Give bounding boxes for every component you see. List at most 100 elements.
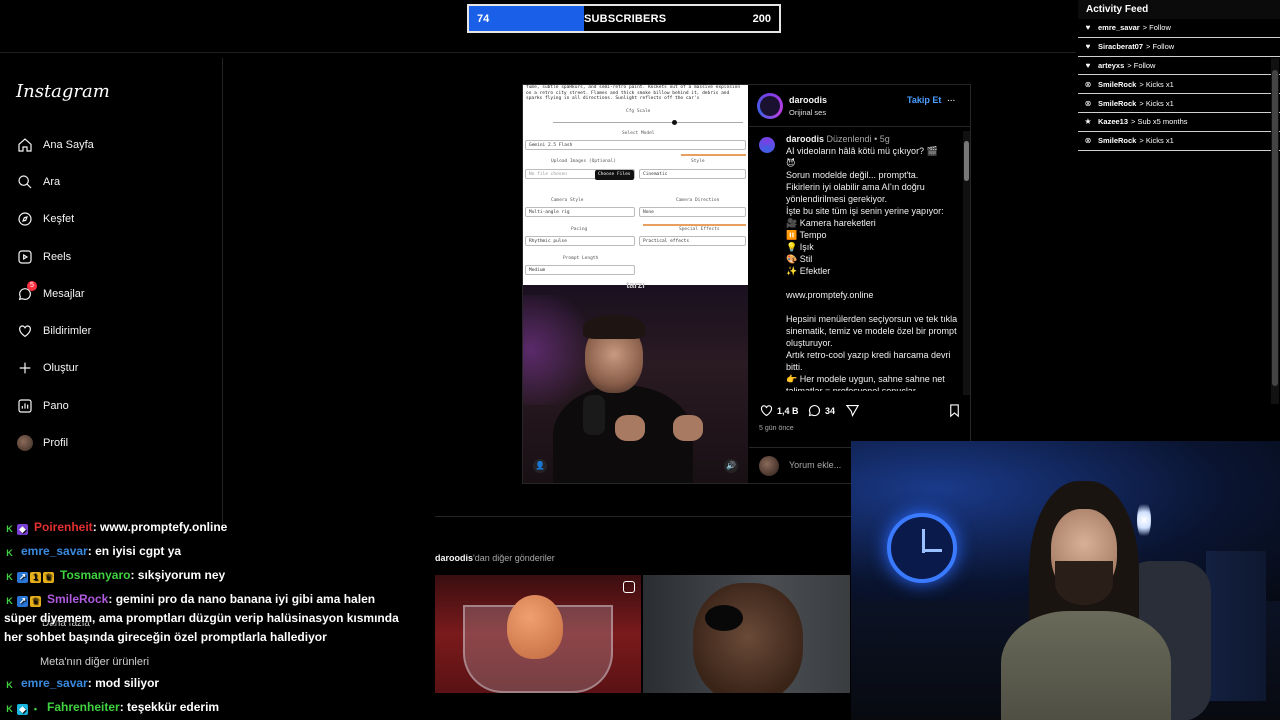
comment-button[interactable]: 34 — [807, 403, 835, 418]
chat-user: Fahrenheiter — [47, 700, 120, 714]
volume-icon[interactable]: 🔊 — [724, 459, 738, 473]
nav-dashboard[interactable]: Pano — [16, 397, 69, 414]
chat-message: Kemre_savar: mod siliyor — [4, 674, 159, 693]
page-scrollbar[interactable] — [1271, 58, 1279, 404]
post-actions: 1,4 B 34 — [759, 403, 964, 421]
kick-icon: ⊗ — [1084, 79, 1092, 89]
heart-icon — [16, 322, 33, 339]
nav-label: Profil — [43, 436, 69, 449]
share-button[interactable] — [845, 403, 860, 418]
nav-label: Ara — [43, 175, 61, 188]
nav-create[interactable]: Oluştur — [16, 359, 78, 376]
chat-user: SmileRock — [47, 592, 109, 606]
chat-user: Tosmanyaro — [60, 568, 131, 582]
post-video[interactable]: tarzı 👤 🔊 — [523, 280, 748, 483]
instagram-logo[interactable]: Instagram — [16, 81, 110, 102]
heart-icon — [760, 405, 773, 417]
comment-input[interactable]: Yorum ekle... — [789, 460, 841, 470]
chat-message: K ◆ Poirenheit: www.promptefy.online — [4, 518, 227, 537]
more-post-thumbnail[interactable] — [643, 575, 850, 693]
feed-action: > Kicks x1 — [1139, 136, 1174, 146]
screenshot-accent — [681, 154, 746, 156]
chat-text: : sıkşiyorum ney — [130, 568, 226, 582]
caption-username[interactable]: daroodis — [786, 134, 824, 144]
nav-search[interactable]: Ara — [16, 173, 60, 190]
nav-reels[interactable]: Reels — [16, 248, 71, 265]
feed-item: ♥ emre_savar > Follow — [1078, 19, 1280, 38]
post-media[interactable]: fume, subtle spaRkurs, and semi-retro pa… — [523, 85, 748, 483]
badge-icon: ↗ — [17, 572, 28, 583]
post-sidebar: daroodis Orijinal ses Takip Et ... daroo… — [749, 85, 971, 483]
stream-chat: K ◆ Poirenheit: www.promptefy.online Kemre… — [4, 518, 424, 720]
feed-item: ♥ Siracberat07 > Follow — [1078, 38, 1280, 57]
feed-item: ♥ arteyxs > Follow — [1078, 57, 1280, 76]
activity-feed: Activity Feed ♥ emre_savar > Follow ♥ Sirac… — [1078, 0, 1280, 151]
feed-action: > Kicks x1 — [1139, 98, 1174, 108]
screenshot-select: Practical effects — [639, 236, 746, 246]
screenshot-label: Select Model — [622, 131, 655, 136]
chat-user: Poirenheit — [34, 520, 93, 534]
scrollbar-thumb[interactable] — [1272, 70, 1278, 386]
feed-item: ⊗ SmileRock > Kicks x1 — [1078, 75, 1280, 95]
caption-avatar[interactable] — [759, 137, 775, 153]
screenshot-select: Gemini 2.5 Flash — [525, 140, 746, 150]
post-audio[interactable]: Orijinal ses — [789, 108, 826, 117]
subscriber-label: SUBSCRIBERS — [584, 13, 667, 25]
feed-user: SmileRock — [1098, 136, 1137, 146]
post-username[interactable]: daroodis — [789, 95, 827, 105]
badge-icon: 1 — [30, 572, 41, 583]
screenshot-label: Style — [691, 159, 705, 164]
subscriber-goal-bar: 74 SUBSCRIBERS 200 — [467, 4, 781, 33]
more-options-icon[interactable]: ... — [947, 93, 955, 104]
badge-icon: • — [33, 704, 38, 714]
chat-message: Kemre_savar: en iyisi cgpt ya — [4, 542, 181, 561]
crown-icon: ♛ — [30, 596, 41, 607]
screenshot-label: Camera Direction — [676, 198, 720, 203]
nav-messages[interactable]: 5 Mesajlar — [16, 281, 85, 302]
screenshot-slider-thumb — [672, 120, 677, 125]
story-avatar[interactable] — [757, 93, 783, 119]
webcam-overlay — [851, 441, 1280, 720]
chat-text: : en iyisi cgpt ya — [87, 544, 182, 558]
video-caption: tarzı — [626, 280, 645, 290]
post-time: 5 gün önce — [759, 425, 794, 432]
caption-scrollbar[interactable] — [963, 131, 970, 395]
post-header: daroodis Orijinal ses Takip Et ... — [749, 85, 971, 127]
plus-icon — [16, 359, 33, 376]
like-button[interactable]: 1,4 B — [759, 403, 799, 418]
comment-count: 34 — [825, 405, 836, 416]
screenshot-accent — [643, 224, 746, 226]
feed-user: SmileRock — [1098, 98, 1137, 108]
streamer — [1001, 481, 1171, 720]
star-icon: ★ — [1084, 117, 1092, 127]
screenshot-label: Cfg Scale — [626, 109, 651, 114]
save-button[interactable] — [947, 403, 962, 418]
user-tag-icon[interactable]: 👤 — [533, 459, 547, 473]
badge-icon: ◆ — [17, 704, 28, 715]
home-icon — [16, 136, 33, 153]
avatar — [759, 456, 779, 476]
nav-label: Bildirimler — [43, 324, 92, 337]
feed-action: > Follow — [1127, 60, 1156, 70]
crown-icon: ♛ — [43, 572, 54, 583]
reels-icon — [623, 581, 635, 593]
screenshot-choose-files: Choose Files — [595, 170, 634, 180]
more-post-thumbnail[interactable] — [435, 575, 641, 693]
avatar — [16, 434, 33, 451]
follow-button[interactable]: Takip Et — [907, 95, 941, 105]
search-icon — [16, 173, 33, 190]
nav-home[interactable]: Ana Sayfa — [16, 136, 94, 153]
like-count: 1,4 B — [777, 405, 799, 416]
feed-action: > Sub x5 months — [1131, 117, 1188, 127]
more-posts-suffix: 'dan diğer gönderiler — [473, 553, 555, 563]
kick-badge-icon: K — [6, 548, 13, 558]
kick-badge-icon: K — [6, 680, 13, 690]
more-posts-user[interactable]: daroodis — [435, 553, 473, 563]
nav-explore[interactable]: Keşfet — [16, 210, 74, 227]
nav-notifications[interactable]: Bildirimler — [16, 322, 91, 339]
kick-icon: ⊗ — [1084, 136, 1092, 146]
kick-badge-icon: K — [6, 596, 13, 606]
nav-profile[interactable]: Profil — [16, 434, 68, 451]
subscriber-goal: 200 — [752, 13, 771, 25]
nav-label: Keşfet — [43, 212, 75, 225]
